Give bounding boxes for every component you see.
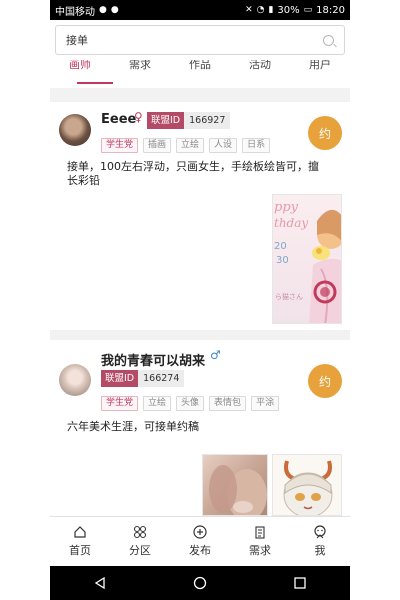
tab-events[interactable]: 活动 [241, 60, 279, 72]
artwork-thumbnail[interactable] [272, 454, 342, 516]
signal-icon: ▮ [268, 5, 274, 15]
phone-screen: 中国移动 ● ● ✕ ◔ ▮ 30% ▭ 18:20 画师 需求 作品 活动 用… [50, 0, 350, 600]
artist-card[interactable]: 我的青春可以胡来 ♂ 联盟ID 166274 学生党 立绘 头像 表情包 平涂 … [50, 340, 350, 516]
mute-icon: ✕ [245, 5, 253, 15]
clipboard-icon [255, 526, 265, 539]
wifi-icon: ◔ [256, 5, 265, 15]
union-id-value: 166927 [184, 112, 231, 129]
battery-icon: ▭ [303, 5, 313, 15]
union-id-badge: 联盟ID 166274 [101, 370, 185, 387]
avatar[interactable] [59, 364, 91, 396]
avatar[interactable] [59, 114, 91, 146]
tag: 表情包 [209, 396, 247, 411]
home-icon [74, 526, 86, 538]
art-text: 30 [276, 255, 289, 266]
clock: 18:20 [316, 4, 345, 16]
battery-percent: 30% [277, 4, 300, 16]
artwork-thumbnail[interactable]: ppy thday 20 30 ら猫さん [272, 194, 342, 324]
wechat-icon: ● [99, 5, 107, 15]
tag: 立绘 [176, 138, 205, 153]
artist-description: 六年美术生涯，可接单约稿 [67, 420, 199, 433]
nav-me[interactable]: 我 [295, 525, 345, 558]
tab-users[interactable]: 用户 [301, 60, 339, 72]
tag-list: 学生党 插画 立绘 人设 日系 [101, 138, 271, 153]
search-bar [50, 20, 350, 60]
art-text: ら猫さん [275, 292, 303, 301]
nav-label: 分区 [129, 544, 151, 557]
nav-publish[interactable]: 发布 [175, 525, 225, 558]
nav-label: 需求 [249, 544, 271, 557]
artwork-illustration [209, 465, 267, 515]
message-icon: ● [110, 5, 119, 15]
tab-requests[interactable]: 需求 [121, 60, 159, 72]
artwork-illustration: ppy thday 20 30 ら猫さん [274, 200, 341, 323]
username[interactable]: Eeee [101, 112, 136, 127]
tag: 立绘 [143, 396, 172, 411]
union-id-badge: 联盟ID 166927 [147, 112, 231, 129]
carrier-label: 中国移动 [55, 6, 95, 18]
tag: 学生党 [101, 138, 139, 153]
description-line: 接单，100左右浮动，只画女生，手绘板绘皆可，擅 [67, 160, 319, 173]
category-tabs: 画师 需求 作品 活动 用户 [50, 60, 350, 88]
male-icon: ♂ [210, 348, 221, 362]
union-id-value: 166274 [138, 370, 185, 387]
art-text: thday [274, 216, 308, 230]
union-id-label: 联盟ID [147, 112, 185, 129]
tag: 平涂 [251, 396, 280, 411]
system-navigation-bar [50, 566, 350, 600]
profile-icon [314, 525, 326, 539]
tab-artists[interactable]: 画师 [61, 60, 99, 72]
nav-requests[interactable]: 需求 [235, 525, 285, 558]
tag: 日系 [242, 138, 271, 153]
bottom-navigation: 首页 分区 发布 需求 我 [50, 516, 350, 566]
artwork-illustration [283, 460, 333, 515]
nav-home[interactable]: 首页 [55, 525, 105, 558]
home-circle-icon[interactable] [193, 576, 207, 590]
status-bar: 中国移动 ● ● ✕ ◔ ▮ 30% ▭ 18:20 [50, 0, 350, 20]
nav-label: 发布 [189, 544, 211, 557]
back-icon[interactable] [93, 576, 107, 590]
artist-description: 接单，100左右浮动，只画女生，手绘板绘皆可，擅 长彩铅 [67, 160, 342, 188]
tag-list: 学生党 立绘 头像 表情包 平涂 [101, 396, 280, 411]
tag: 人设 [209, 138, 238, 153]
search-box[interactable] [55, 25, 345, 55]
tab-works[interactable]: 作品 [181, 60, 219, 72]
recents-icon[interactable] [293, 576, 307, 590]
nav-categories[interactable]: 分区 [115, 525, 165, 558]
commission-button[interactable]: 约 [308, 116, 342, 150]
nav-label: 首页 [69, 544, 91, 557]
screen-frame: 中国移动 ● ● ✕ ◔ ▮ 30% ▭ 18:20 画师 需求 作品 活动 用… [0, 0, 400, 600]
tag: 头像 [176, 396, 205, 411]
username[interactable]: 我的青春可以胡来 [101, 350, 205, 369]
description-line: 长彩铅 [67, 174, 100, 187]
artist-card[interactable]: Eeee ♀ 联盟ID 166927 学生党 插画 立绘 人设 日系 约 接单，… [50, 102, 350, 330]
active-tab-indicator [77, 82, 113, 84]
artwork-thumbnail[interactable] [202, 454, 268, 516]
female-icon: ♀ [134, 110, 143, 124]
art-text: ppy [274, 200, 299, 215]
tag: 插画 [143, 138, 172, 153]
union-id-label: 联盟ID [101, 370, 139, 387]
grid-icon [133, 525, 147, 539]
nav-label: 我 [314, 544, 326, 557]
search-icon[interactable] [323, 34, 334, 46]
commission-button[interactable]: 约 [308, 364, 342, 398]
tag: 学生党 [101, 396, 139, 411]
art-text: 20 [274, 241, 287, 252]
search-input[interactable] [66, 33, 296, 47]
add-icon [193, 525, 207, 539]
